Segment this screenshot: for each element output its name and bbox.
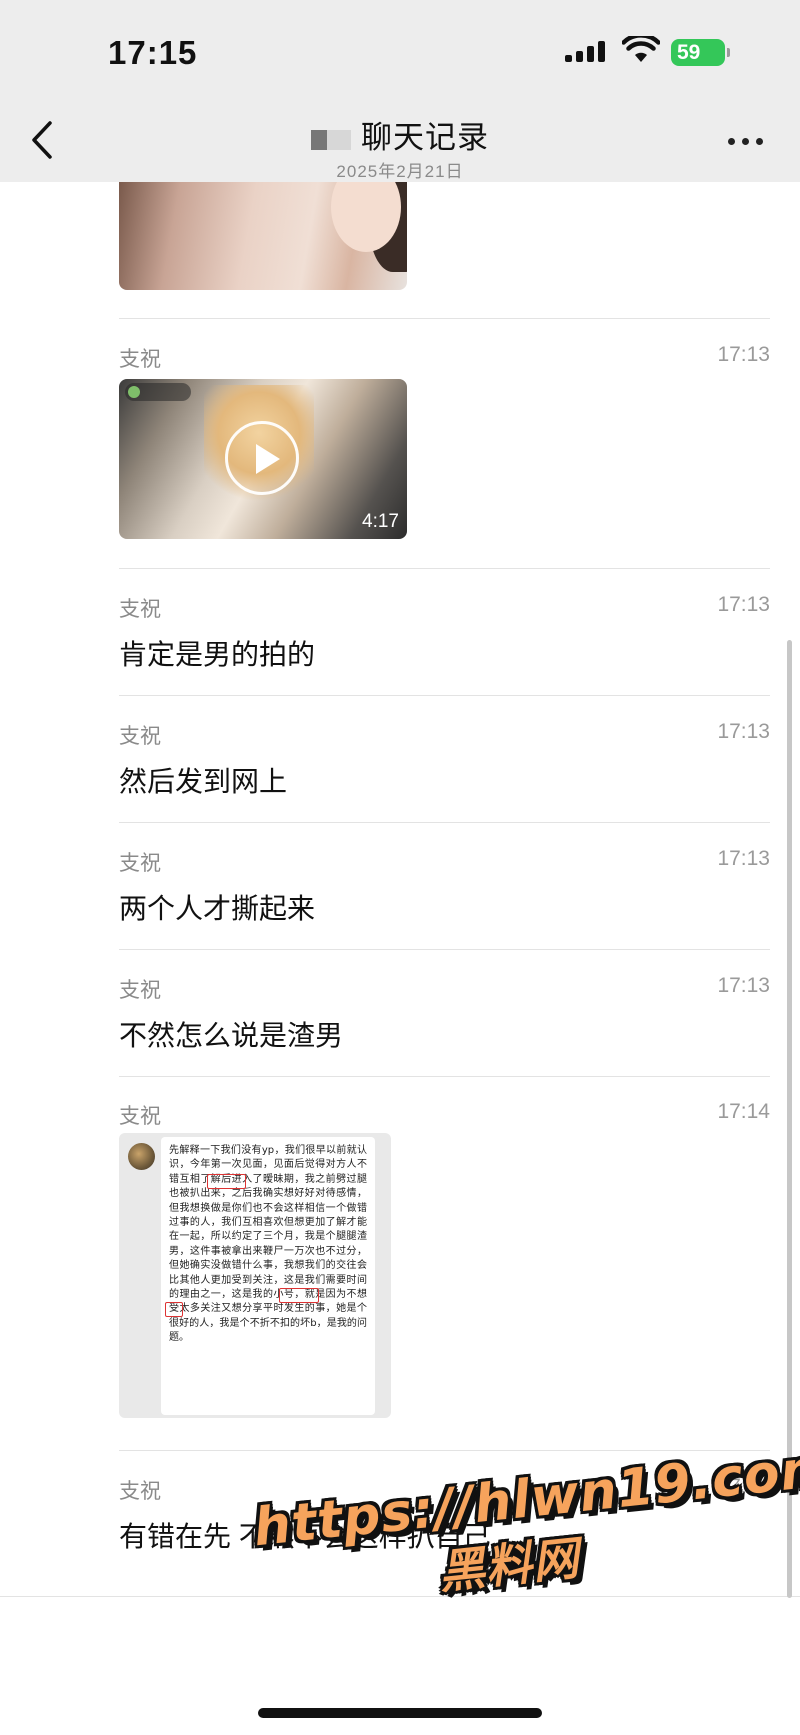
- highlight-box: [207, 1174, 246, 1189]
- message-divider: [119, 695, 770, 696]
- battery-level: 59: [677, 41, 701, 64]
- wifi-icon: [622, 36, 660, 62]
- sender-name: 支祝: [119, 1105, 161, 1128]
- status-bar: 17:15 59: [0, 0, 800, 100]
- highlight-box: [279, 1288, 319, 1303]
- message-divider: [0, 1596, 800, 1597]
- text-message[interactable]: 支祝 17:14 有错在先 不然不会这样扒自己: [119, 1475, 770, 1555]
- screenshot-post-text: 先解释一下我们没有yp，我们很早以前就认识，今年第一次见面，见面后觉得对方人不错…: [169, 1145, 367, 1344]
- text-message[interactable]: 支祝 17:13 两个人才撕起来: [119, 847, 770, 927]
- video-source-badge: [125, 383, 191, 401]
- page-subtitle-date: 2025年2月21日: [336, 162, 464, 181]
- cellular-signal-icon: [565, 40, 609, 62]
- message-time: 17:13: [717, 847, 770, 870]
- message-divider: [119, 1450, 770, 1451]
- message-text: 有错在先 不然不会这样扒自己: [119, 1521, 491, 1552]
- more-dots-icon[interactable]: [728, 138, 764, 146]
- message-text: 不然怎么说是渣男: [119, 1020, 344, 1051]
- message-divider: [119, 822, 770, 823]
- message-divider: [119, 949, 770, 950]
- message-time: 17:13: [717, 720, 770, 743]
- message-time: 17:13: [717, 974, 770, 997]
- scrollbar[interactable]: [787, 640, 792, 1598]
- home-indicator[interactable]: [258, 1708, 542, 1718]
- page-title: 聊天记录: [250, 112, 550, 157]
- sender-name: 支祝: [119, 348, 161, 371]
- text-message[interactable]: 支祝 17:13 然后发到网上: [119, 720, 770, 800]
- battery-icon: 59: [671, 39, 730, 66]
- status-time: 17:15: [108, 34, 198, 71]
- sender-name: 支祝: [119, 979, 161, 1002]
- back-chevron-icon[interactable]: [28, 120, 56, 160]
- highlight-box: [165, 1302, 183, 1317]
- message-divider: [119, 1076, 770, 1077]
- avatar: [128, 1143, 155, 1170]
- message-time: 17:14: [717, 1100, 770, 1123]
- message-text: 肯定是男的拍的: [119, 639, 316, 670]
- chat-history-header: 17:15 59 聊天记录 2025年2月21日: [0, 0, 800, 182]
- text-message[interactable]: 支祝 17:13 肯定是男的拍的: [119, 593, 770, 673]
- screenshot-image-message[interactable]: 先解释一下我们没有yp，我们很早以前就认识，今年第一次见面，见面后觉得对方人不错…: [119, 1133, 391, 1418]
- chat-history-list: 支祝 17:13 4:17 支祝 17:13 肯定是男的拍的 支祝 17:13 …: [0, 0, 800, 1735]
- sender-name: 支祝: [119, 1480, 161, 1503]
- message-text: 两个人才撕起来: [119, 893, 316, 924]
- redacted-name: [311, 129, 351, 150]
- chat-image-partial[interactable]: [119, 182, 407, 290]
- sender-name: 支祝: [119, 598, 161, 621]
- message-divider: [119, 568, 770, 569]
- play-icon[interactable]: [225, 421, 299, 495]
- header-title-block: 聊天记录 2025年2月21日: [250, 112, 550, 182]
- message-time: 17:13: [717, 593, 770, 616]
- message-time: 17:14: [717, 1475, 770, 1498]
- video-message[interactable]: 4:17: [119, 379, 407, 539]
- text-message[interactable]: 支祝 17:13 不然怎么说是渣男: [119, 974, 770, 1054]
- message-divider: [119, 318, 770, 319]
- message-text: 然后发到网上: [119, 766, 288, 797]
- sender-name: 支祝: [119, 852, 161, 875]
- page-title-text: 聊天记录: [361, 120, 489, 155]
- message-time: 17:13: [717, 343, 770, 366]
- sender-name: 支祝: [119, 725, 161, 748]
- screenshot-post: 先解释一下我们没有yp，我们很早以前就认识，今年第一次见面，见面后觉得对方人不错…: [161, 1137, 375, 1415]
- video-duration: 4:17: [362, 511, 399, 532]
